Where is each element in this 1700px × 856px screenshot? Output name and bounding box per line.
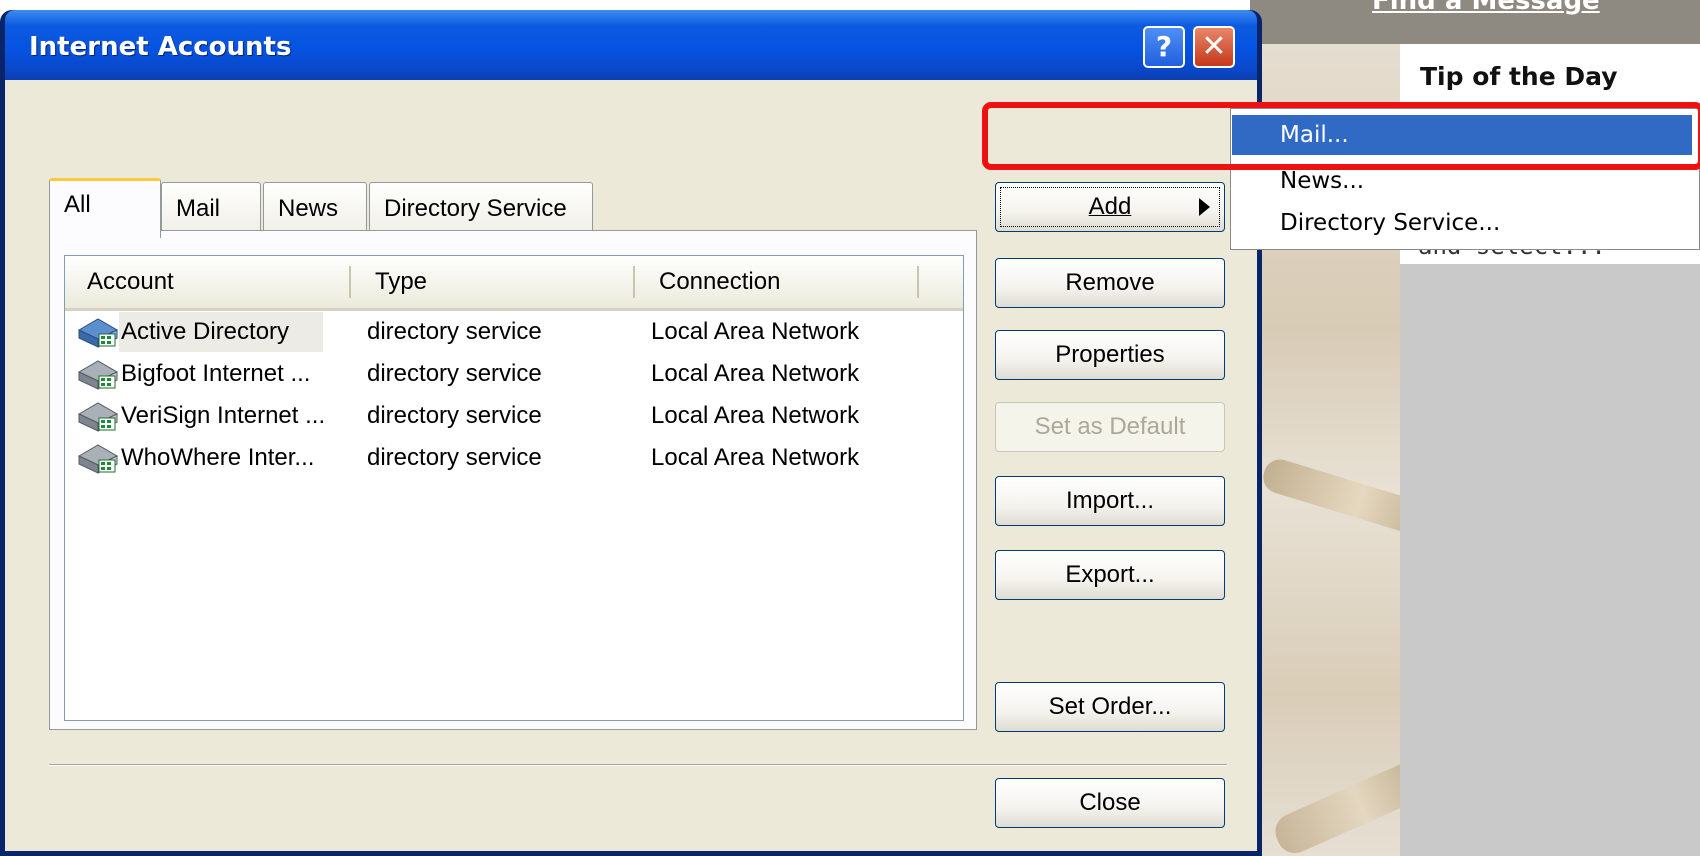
- column-divider[interactable]: [917, 266, 919, 298]
- account-name: Bigfoot Internet ...: [121, 360, 311, 387]
- close-window-button[interactable]: ✕: [1193, 26, 1235, 68]
- import-button[interactable]: Import...: [995, 476, 1225, 526]
- add-button-label: Add: [1088, 193, 1132, 220]
- list-header: Account Type Connection: [65, 256, 963, 311]
- tab-label: Directory Service: [384, 195, 567, 222]
- directory-service-icon: [77, 444, 119, 474]
- properties-button[interactable]: Properties: [995, 330, 1225, 380]
- tab-directory-service[interactable]: Directory Service: [369, 182, 593, 234]
- divider: [49, 764, 1227, 766]
- table-row[interactable]: VeriSign Internet ... directory service …: [75, 396, 955, 436]
- menu-item-directory-service[interactable]: Directory Service...: [1232, 203, 1692, 243]
- accounts-list[interactable]: Account Type Connection Active Directory…: [64, 255, 964, 721]
- account-type: directory service: [367, 444, 542, 471]
- dialog-title: Internet Accounts: [29, 32, 292, 62]
- account-connection: Local Area Network: [651, 318, 860, 345]
- tip-title: Tip of the Day: [1420, 62, 1618, 91]
- help-button[interactable]: ?: [1143, 26, 1185, 68]
- find-message-link[interactable]: Find a Message: [1372, 0, 1600, 16]
- remove-button[interactable]: Remove: [995, 258, 1225, 308]
- table-row[interactable]: Active Directory directory service Local…: [75, 312, 955, 352]
- add-button[interactable]: Add: [995, 182, 1225, 232]
- table-row[interactable]: WhoWhere Inter... directory service Loca…: [75, 438, 955, 478]
- set-order-button[interactable]: Set Order...: [995, 682, 1225, 732]
- tab-label: News: [278, 195, 339, 222]
- column-header-connection[interactable]: Connection: [635, 256, 919, 308]
- account-connection: Local Area Network: [651, 360, 860, 387]
- account-connection: Local Area Network: [651, 444, 860, 471]
- tab-panel: Account Type Connection Active Directory…: [49, 230, 977, 730]
- tab-label: Mail: [176, 195, 221, 222]
- account-type: directory service: [367, 318, 542, 345]
- account-type: directory service: [367, 360, 542, 387]
- title-bar[interactable]: Internet Accounts ? ✕: [5, 10, 1257, 80]
- column-header-account[interactable]: Account: [65, 256, 351, 308]
- background-topbar: Find a Message: [1250, 0, 1700, 44]
- account-name: VeriSign Internet ...: [121, 402, 326, 429]
- highlight-annotation: [982, 102, 1700, 170]
- tab-all[interactable]: All: [49, 178, 161, 238]
- export-button[interactable]: Export...: [995, 550, 1225, 600]
- table-row[interactable]: Bigfoot Internet ... directory service L…: [75, 354, 955, 394]
- directory-service-icon: [77, 402, 119, 432]
- dialog-client-area: All Mail News Directory Service Account …: [5, 80, 1257, 851]
- account-name: Active Directory: [121, 318, 290, 345]
- set-as-default-button[interactable]: Set as Default: [995, 402, 1225, 452]
- account-connection: Local Area Network: [651, 402, 860, 429]
- tab-label: All: [64, 191, 91, 218]
- column-header-type[interactable]: Type: [351, 256, 635, 308]
- tab-news[interactable]: News: [263, 182, 367, 234]
- submenu-arrow-icon: [1199, 198, 1210, 216]
- close-button[interactable]: Close: [995, 778, 1225, 828]
- directory-service-icon: [77, 360, 119, 390]
- account-name: WhoWhere Inter...: [121, 444, 315, 471]
- directory-service-icon: [77, 318, 119, 348]
- account-type: directory service: [367, 402, 542, 429]
- tab-mail[interactable]: Mail: [161, 182, 261, 234]
